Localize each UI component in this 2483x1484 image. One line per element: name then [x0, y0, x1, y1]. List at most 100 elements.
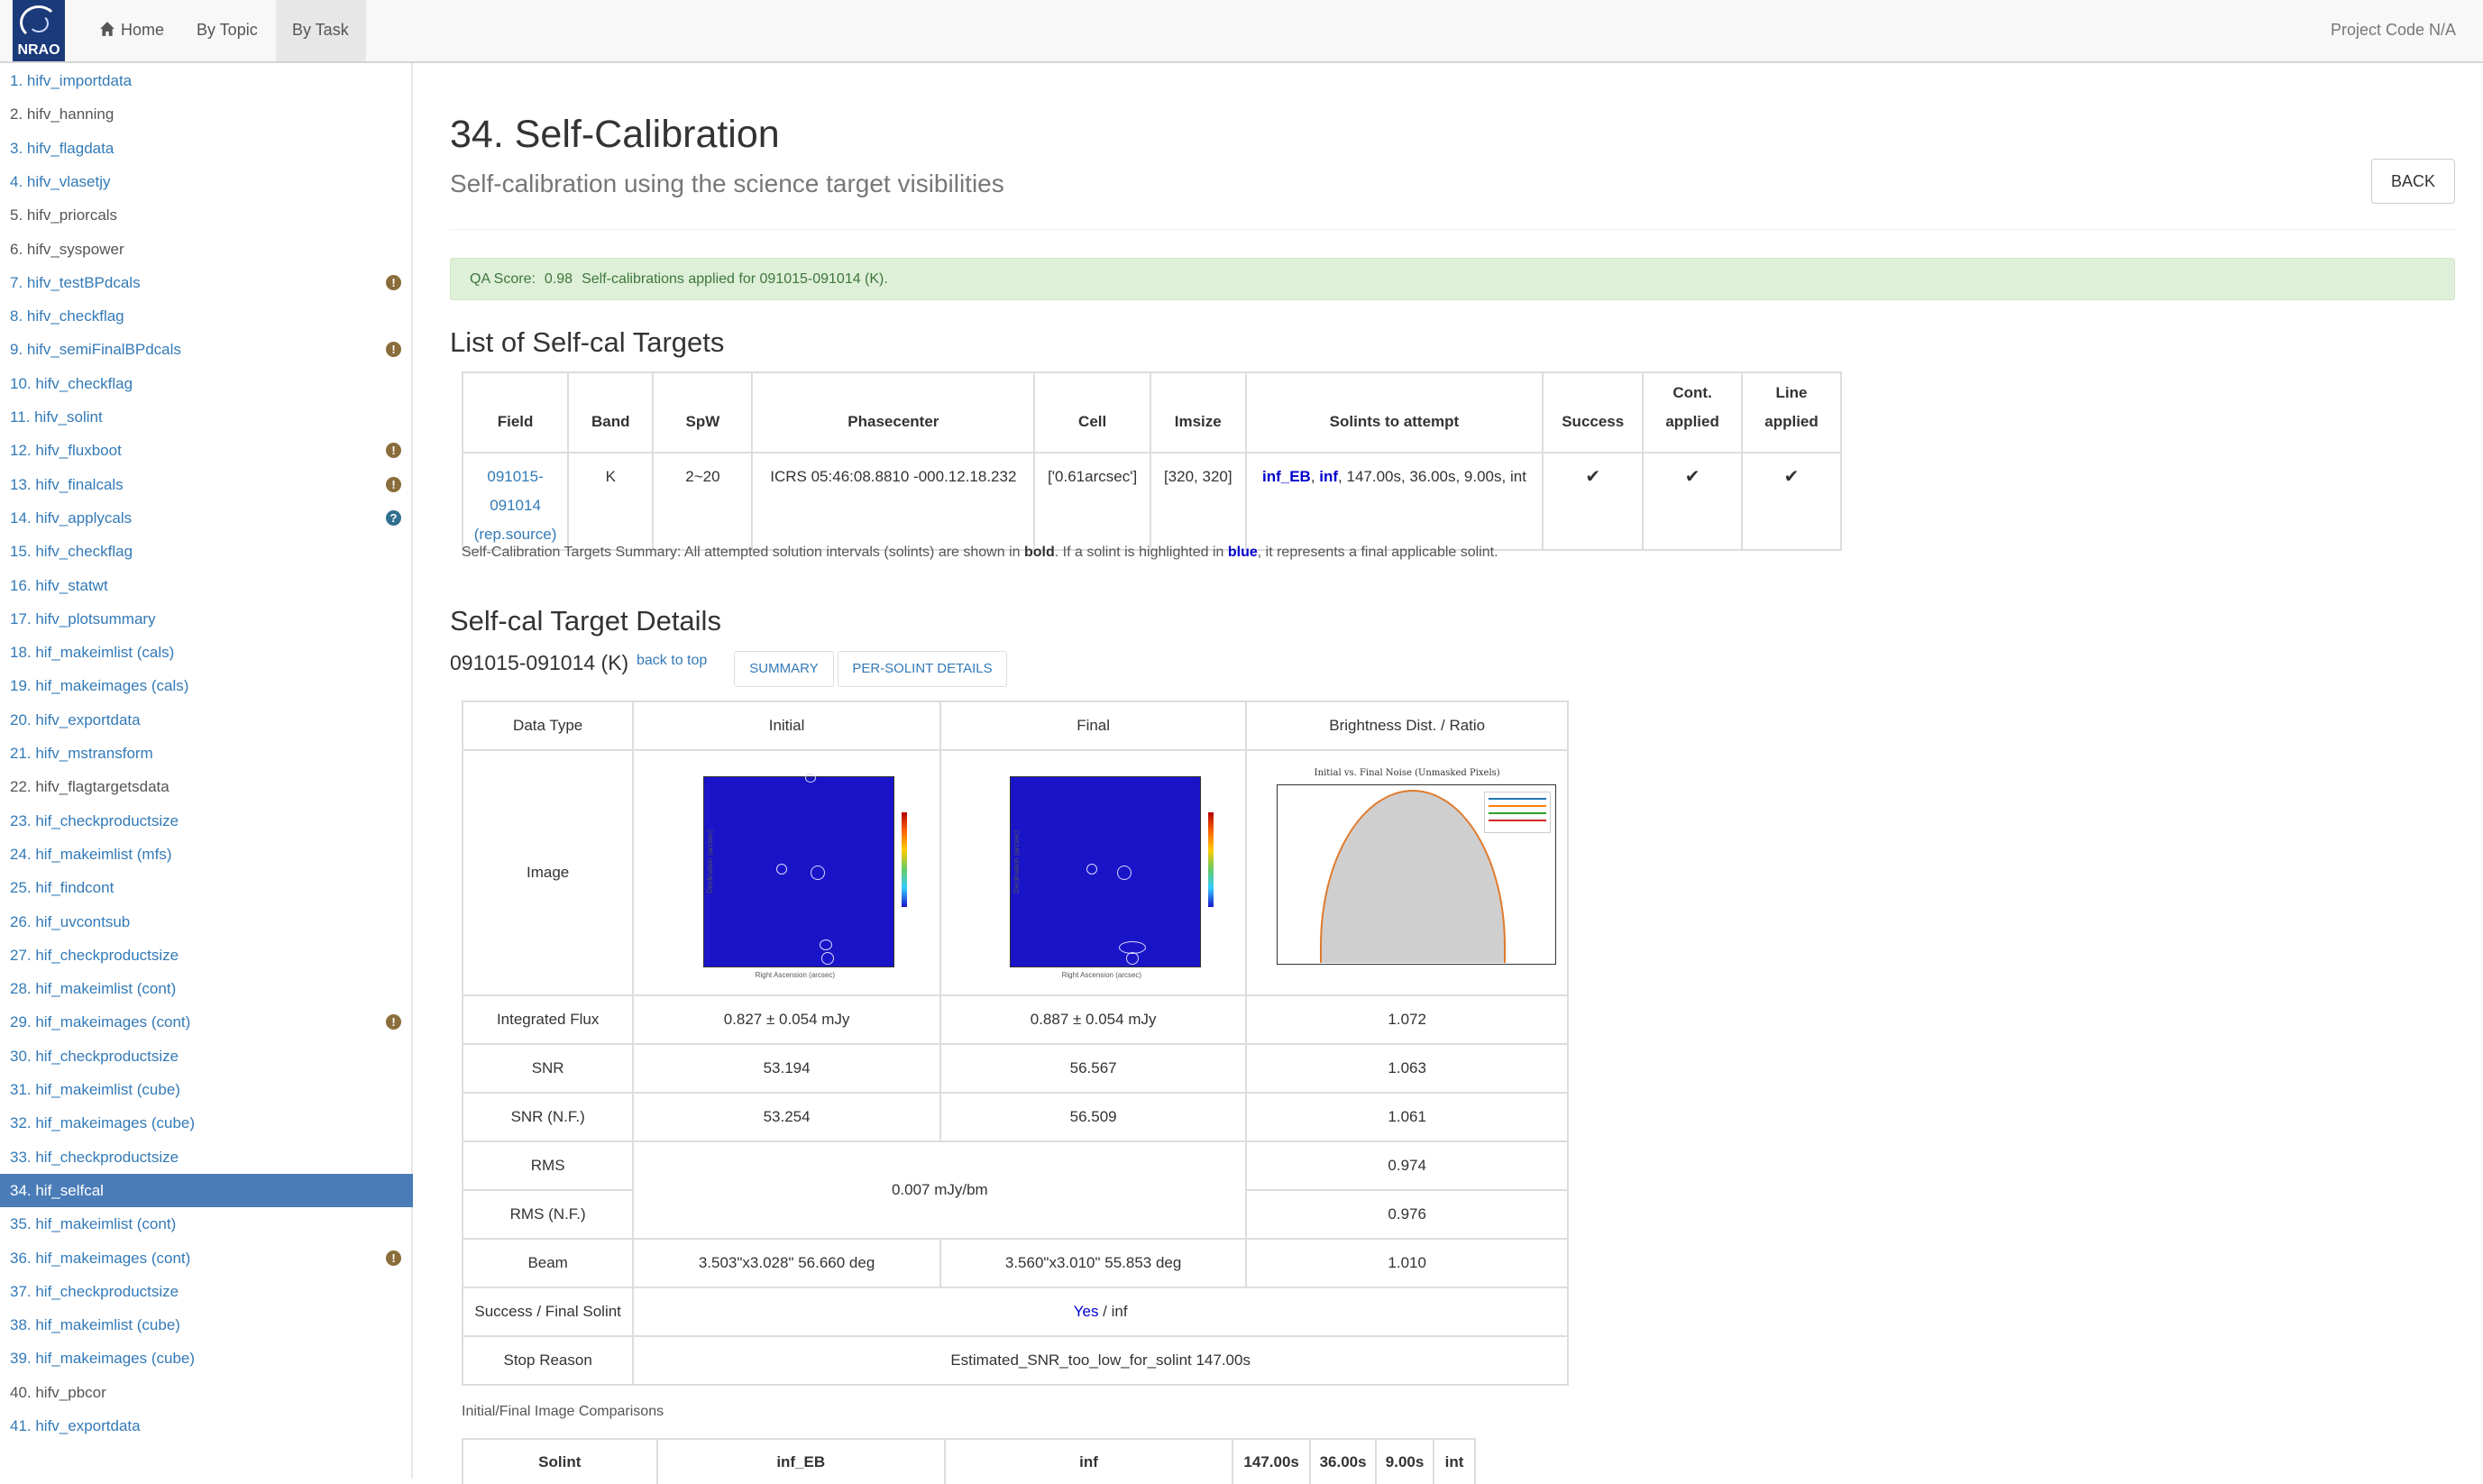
initial-image-thumbnail[interactable]: Declination (arcsec) Right Ascension (ar… — [683, 767, 907, 979]
sidebar-item[interactable]: 40. hifv_pbcor — [0, 1376, 413, 1409]
cell-initial: 53.254 — [632, 1092, 941, 1142]
table-header-row: Field Band SpW Phasecenter Cell Imsize S… — [461, 371, 1842, 453]
sidebar-item[interactable]: 6. hifv_syspower — [0, 233, 413, 266]
nav-by-topic[interactable]: By Topic — [184, 0, 274, 61]
sidebar-item[interactable]: 11. hifv_solint — [0, 400, 413, 434]
cell-ratio: 0.976 — [1245, 1189, 1569, 1240]
field-link[interactable]: 091015-091014 — [463, 463, 567, 520]
targets-caption: Self-Calibration Targets Summary: All at… — [462, 545, 1498, 561]
sidebar-item[interactable]: 7. hifv_testBPdcals! — [0, 266, 413, 299]
sidebar-item[interactable]: 39. hif_makeimages (cube) — [0, 1342, 413, 1375]
sidebar-item[interactable]: 26. hif_uvcontsub — [0, 905, 413, 939]
table-row: SNR 53.194 56.567 1.063 — [461, 1043, 1569, 1094]
sidebar-item[interactable]: 5. hifv_priorcals — [0, 198, 413, 232]
sidebar-item[interactable]: 17. hifv_plotsummary — [0, 602, 413, 636]
sidebar-item[interactable]: 9. hifv_semiFinalBPdcals! — [0, 333, 413, 366]
final-ylabel: Declination (arcsec) — [1012, 829, 1021, 893]
sidebar-item[interactable]: 29. hif_makeimages (cont)! — [0, 1005, 413, 1039]
sidebar-item[interactable]: 4. hifv_vlasetjy — [0, 165, 413, 198]
col-header-success: Success — [1542, 371, 1645, 453]
success-solint-rest: / inf — [1098, 1303, 1128, 1320]
col-header-line-applied: Line applied — [1741, 371, 1842, 453]
col-header-data-type: Data Type — [461, 701, 635, 751]
cell-spw: 2~20 — [652, 452, 754, 551]
sidebar-item[interactable]: 34. hif_selfcal — [0, 1173, 413, 1207]
sidebar-item[interactable]: 3. hifv_flagdata — [0, 132, 413, 165]
cell-field: 091015-091014 (rep.source) — [461, 452, 570, 551]
sidebar-item[interactable]: 12. hifv_fluxboot! — [0, 434, 413, 467]
sidebar-item[interactable]: 14. hifv_applycals? — [0, 501, 413, 535]
sidebar-item[interactable]: 33. hif_checkproductsize — [0, 1140, 413, 1174]
final-image-thumbnail[interactable]: Declination (arcsec) Right Ascension (ar… — [990, 767, 1214, 979]
sidebar-item[interactable]: 23. hif_checkproductsize — [0, 804, 413, 838]
sidebar-item[interactable]: 18. hif_makeimlist (cals) — [0, 636, 413, 669]
row-label: Integrated Flux — [461, 994, 635, 1045]
sidebar-item[interactable]: 1. hifv_importdata — [0, 64, 413, 97]
sidebar-item-label: 2. hifv_hanning — [10, 105, 115, 124]
summary-button[interactable]: SUMMARY — [734, 651, 834, 687]
back-to-top-link[interactable]: back to top — [637, 653, 707, 669]
sidebar-item[interactable]: 15. hifv_checkflag — [0, 535, 413, 568]
solints-rest: , 147.00s, 36.00s, 9.00s, int — [1338, 468, 1526, 485]
col-header-field: Field — [461, 371, 570, 453]
sidebar-item[interactable]: 10. hifv_checkflag — [0, 367, 413, 400]
sidebar-item-label: 3. hifv_flagdata — [10, 139, 115, 157]
sidebar-item[interactable]: 27. hif_checkproductsize — [0, 939, 413, 972]
row-label: Stop Reason — [461, 1335, 635, 1386]
col-header-final: Final — [939, 701, 1248, 751]
table-row: Integrated Flux 0.827 ± 0.054 mJy 0.887 … — [461, 994, 1569, 1045]
sidebar-item[interactable]: 22. hifv_flagtargetsdata — [0, 770, 413, 803]
sidebar-item[interactable]: 13. hifv_finalcals! — [0, 468, 413, 501]
noise-histogram-thumbnail[interactable]: Initial vs. Final Noise (Unmasked Pixels… — [1259, 765, 1556, 981]
sidebar-item[interactable]: 38. hif_makeimlist (cube) — [0, 1308, 413, 1342]
nav-by-topic-label: By Topic — [197, 21, 258, 39]
warning-badge-icon: ! — [386, 443, 401, 459]
sidebar-item[interactable]: 35. hif_makeimlist (cont) — [0, 1207, 413, 1241]
sidebar-item[interactable]: 19. hif_makeimages (cals) — [0, 669, 413, 702]
col-header-inf-eb: inf_EB — [655, 1438, 946, 1484]
sidebar-item[interactable]: 28. hif_makeimlist (cont) — [0, 972, 413, 1005]
sidebar-item-label: 18. hif_makeimlist (cals) — [10, 644, 175, 662]
per-solint-details-button[interactable]: PER-SOLINT DETAILS — [838, 651, 1007, 687]
sidebar-item[interactable]: 25. hif_findcont — [0, 871, 413, 904]
sidebar-item[interactable]: 20. hifv_exportdata — [0, 703, 413, 737]
sidebar-item[interactable]: 24. hif_makeimlist (mfs) — [0, 838, 413, 871]
sidebar-item[interactable]: 32. hif_makeimages (cube) — [0, 1106, 413, 1140]
sidebar-item[interactable]: 41. hifv_exportdata — [0, 1409, 413, 1443]
sidebar-item-label: 4. hifv_vlasetjy — [10, 172, 111, 190]
cell-final: 3.560"x3.010" 55.853 deg — [939, 1238, 1248, 1288]
final-xlabel: Right Ascension (arcsec) — [1061, 970, 1142, 979]
targets-table: Field Band SpW Phasecenter Cell Imsize S… — [461, 371, 1842, 551]
sidebar-item[interactable]: 36. hif_makeimages (cont)! — [0, 1241, 413, 1275]
row-label: Success / Final Solint — [461, 1287, 635, 1337]
sidebar-item[interactable]: 30. hif_checkproductsize — [0, 1040, 413, 1073]
table-header-row: Data Type Initial Final Brightness Dist.… — [461, 701, 1569, 751]
sidebar-item-label: 31. hif_makeimlist (cube) — [10, 1081, 180, 1098]
table-header-row: Solint inf_EB inf 147.00s 36.00s 9.00s i… — [462, 1438, 1476, 1484]
cell-final: 56.509 — [939, 1092, 1248, 1142]
sidebar-item-label: 23. hif_checkproductsize — [10, 811, 179, 829]
target-details-table: Data Type Initial Final Brightness Dist.… — [461, 701, 1569, 1386]
sidebar-item-label: 17. hifv_plotsummary — [10, 609, 156, 627]
sidebar-item-label: 29. hif_makeimages (cont) — [10, 1013, 191, 1031]
sidebar-item[interactable]: 31. hif_makeimlist (cube) — [0, 1073, 413, 1106]
cell-stop-reason: Estimated_SNR_too_low_for_solint 147.00s — [632, 1335, 1569, 1386]
sidebar-item-label: 38. hif_makeimlist (cube) — [10, 1316, 180, 1334]
cell-phasecenter: ICRS 05:46:08.8810 -000.12.18.232 — [751, 452, 1036, 551]
sidebar-item-label: 25. hif_findcont — [10, 879, 115, 897]
caption-bold: bold — [1023, 545, 1055, 560]
page-title: 34. Self-Calibration — [450, 113, 780, 156]
sidebar-item[interactable]: 2. hifv_hanning — [0, 97, 413, 131]
sidebar-item[interactable]: 16. hifv_statwt — [0, 569, 413, 602]
sidebar-item-label: 16. hifv_statwt — [10, 576, 108, 594]
back-button[interactable]: BACK — [2371, 159, 2455, 204]
logo-text: NRAO — [17, 42, 60, 58]
nrao-logo[interactable]: NRAO — [13, 0, 65, 61]
table-row: Image Declination (arcsec) Right Ascensi… — [461, 749, 1569, 996]
sidebar-item[interactable]: 8. hifv_checkflag — [0, 299, 413, 333]
table-row: Stop Reason Estimated_SNR_too_low_for_so… — [461, 1335, 1569, 1386]
nav-by-task[interactable]: By Task — [276, 0, 366, 61]
success-check-icon: ✔ — [1542, 452, 1645, 551]
sidebar-item[interactable]: 21. hifv_mstransform — [0, 737, 413, 770]
sidebar-item[interactable]: 37. hif_checkproductsize — [0, 1275, 413, 1308]
